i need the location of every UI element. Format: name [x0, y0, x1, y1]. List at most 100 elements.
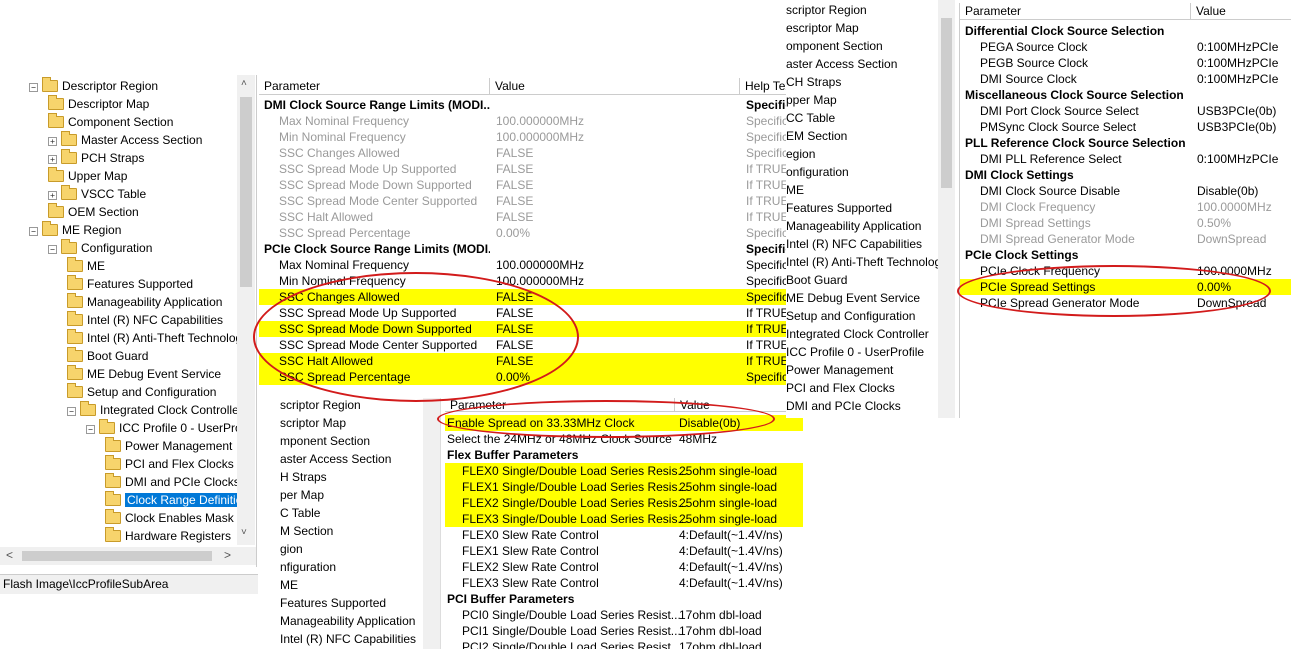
grid-row-pci0-single-double-load-series-resist[interactable]: PCI0 Single/Double Load Series Resist...…	[445, 607, 803, 623]
collapse-icon[interactable]: −	[48, 245, 57, 254]
tree-item-manageability-application[interactable]: Manageability Application	[280, 612, 415, 630]
grid-row-dmi-port-clock-source-select[interactable]: DMI Port Clock Source Select USB3PCIe(0b)	[960, 103, 1291, 119]
grid-row-flex1-slew-rate-control[interactable]: FLEX1 Slew Rate Control 4:Default(~1.4V/n…	[445, 543, 803, 559]
grid-row-pci2-single-double-load-series-resist[interactable]: PCI2 Single/Double Load Series Resist...…	[445, 639, 803, 649]
tree-item-clock-range-definition[interactable]: Clock Range Definition	[105, 491, 240, 509]
tree-item-hardware-registers[interactable]: Hardware Registers	[105, 527, 231, 545]
scroll-up-icon[interactable]: ˄	[241, 78, 247, 89]
tree-item-pci-and-flex-clocks[interactable]: PCI and Flex Clocks	[105, 455, 234, 473]
grid-row-ssc-spread-percentage[interactable]: SSC Spread Percentage 0.00% Specific	[259, 225, 790, 241]
tree-item-per-map[interactable]: per Map	[280, 486, 324, 504]
tree-vertical-scrollbar[interactable]: ˄ ˅	[237, 75, 255, 545]
grid-row-ssc-spread-mode-up-supported[interactable]: SSC Spread Mode Up Supported FALSE If TRUE	[259, 161, 790, 177]
tree-item-onfiguration[interactable]: onfiguration	[786, 163, 849, 181]
tree-item-nfiguration[interactable]: nfiguration	[280, 558, 336, 576]
tree-item-me-region[interactable]: − ME Region	[29, 221, 121, 239]
tree-item-intel-r-anti-theft-technology[interactable]: Intel (R) Anti-Theft Technology	[786, 253, 938, 271]
tree-item-me-debug-event-service[interactable]: ME Debug Event Service	[786, 289, 920, 307]
tree-item-power-management[interactable]: Power Management	[105, 437, 232, 455]
grid-row-flex2-single-double-load-series-resis[interactable]: FLEX2 Single/Double Load Series Resis...…	[445, 495, 803, 511]
grid-row-flex0-slew-rate-control[interactable]: FLEX0 Slew Rate Control 4:Default(~1.4V/n…	[445, 527, 803, 543]
grid-row-dmi-clock-frequency[interactable]: DMI Clock Frequency 100.0000MHz	[960, 199, 1291, 215]
grid-row-flex1-single-double-load-series-resis[interactable]: FLEX1 Single/Double Load Series Resis...…	[445, 479, 803, 495]
expand-icon[interactable]: +	[48, 191, 57, 200]
tree-item-escriptor-map[interactable]: escriptor Map	[786, 19, 859, 37]
tree-item-ch-straps[interactable]: CH Straps	[786, 73, 841, 91]
tree-item-icc-profile-0-userprofile[interactable]: ICC Profile 0 - UserProfile	[786, 343, 924, 361]
grid-row-pll-reference-clock-source-selection[interactable]: PLL Reference Clock Source Selection	[960, 135, 1291, 151]
collapse-icon[interactable]: −	[86, 425, 95, 434]
grid-row-pegb-source-clock[interactable]: PEGB Source Clock 0:100MHzPCIe	[960, 55, 1291, 71]
tree-item-integrated-clock-controller[interactable]: − Integrated Clock Controller	[67, 401, 240, 419]
tree-item-descriptor-region[interactable]: − Descriptor Region	[29, 77, 158, 95]
scroll-right-icon[interactable]: >	[224, 548, 231, 562]
tree-item-intel-r-anti-theft-technology[interactable]: Intel (R) Anti-Theft Technology	[67, 329, 240, 347]
tree-horizontal-scrollbar[interactable]: < >	[0, 547, 256, 565]
tree-item-dmi-and-pcie-clocks[interactable]: DMI and PCIe Clocks	[105, 473, 240, 491]
grid-row-min-nominal-frequency[interactable]: Min Nominal Frequency 100.000000MHz Specif…	[259, 129, 790, 145]
tree-item-power-management[interactable]: Power Management	[786, 361, 893, 379]
grid-row-ssc-halt-allowed[interactable]: SSC Halt Allowed FALSE If TRUE	[259, 209, 790, 225]
grid-row-dmi-clock-source-range-limits-modi[interactable]: DMI Clock Source Range Limits (MODI... Sp…	[259, 97, 790, 113]
tree-item-h-straps[interactable]: H Straps	[280, 468, 327, 486]
grid-row-ssc-spread-mode-center-supported[interactable]: SSC Spread Mode Center Supported FALSE If …	[259, 193, 790, 209]
scroll-thumb[interactable]	[240, 97, 252, 287]
tree-item-egion[interactable]: egion	[786, 145, 815, 163]
tree-item-vscc-table[interactable]: + VSCC Table	[48, 185, 146, 203]
expand-icon[interactable]: +	[48, 155, 57, 164]
tree-item-clock-enables-mask[interactable]: Clock Enables Mask	[105, 509, 234, 527]
tree-item-gion[interactable]: gion	[280, 540, 303, 558]
tree-item-icc-profile-0-userprofile[interactable]: − ICC Profile 0 - UserProfile	[86, 419, 240, 437]
tree-item-m-section[interactable]: M Section	[280, 522, 333, 540]
tree-item-dmi-and-pcie-clocks[interactable]: DMI and PCIe Clocks	[786, 397, 901, 415]
collapse-icon[interactable]: −	[29, 83, 38, 92]
tree-item-setup-and-configuration[interactable]: Setup and Configuration	[786, 307, 915, 325]
tree-item-aster-access-section[interactable]: aster Access Section	[280, 450, 391, 468]
grid-row-max-nominal-frequency[interactable]: Max Nominal Frequency 100.000000MHz Specif…	[259, 257, 790, 273]
grid-row-max-nominal-frequency[interactable]: Max Nominal Frequency 100.000000MHz Specif…	[259, 113, 790, 129]
grid-row-pci1-single-double-load-series-resist[interactable]: PCI1 Single/Double Load Series Resist...…	[445, 623, 803, 639]
grid-row-flex-buffer-parameters[interactable]: Flex Buffer Parameters	[445, 447, 803, 463]
scroll-down-icon[interactable]: ˅	[241, 527, 247, 538]
tree-item-em-section[interactable]: EM Section	[786, 127, 847, 145]
grid-row-pci-buffer-parameters[interactable]: PCI Buffer Parameters	[445, 591, 803, 607]
tree-item-boot-guard[interactable]: Boot Guard	[786, 271, 847, 289]
grid-row-ssc-spread-mode-down-supported[interactable]: SSC Spread Mode Down Supported FALSE If TR…	[259, 177, 790, 193]
tree-item-features-supported[interactable]: Features Supported	[786, 199, 892, 217]
tree-item-oem-section[interactable]: OEM Section	[48, 203, 139, 221]
grid-row-dmi-pll-reference-select[interactable]: DMI PLL Reference Select 0:100MHzPCIe	[960, 151, 1291, 167]
tree-item-pci-and-flex-clocks[interactable]: PCI and Flex Clocks	[786, 379, 895, 397]
tree-item-cc-table[interactable]: CC Table	[786, 109, 835, 127]
tree-item-manageability-application[interactable]: Manageability Application	[786, 217, 921, 235]
tree-item-omponent-section[interactable]: omponent Section	[786, 37, 883, 55]
grid-row-miscellaneous-clock-source-selection[interactable]: Miscellaneous Clock Source Selection	[960, 87, 1291, 103]
collapse-icon[interactable]: −	[67, 407, 76, 416]
column-header-value[interactable]: Value	[490, 78, 740, 94]
tree-item-me[interactable]: ME	[280, 576, 298, 594]
tree-item-features-supported[interactable]: Features Supported	[67, 275, 193, 293]
tree-item-component-section[interactable]: Component Section	[48, 113, 173, 131]
grid-row-differential-clock-source-selection[interactable]: Differential Clock Source Selection	[960, 23, 1291, 39]
tree-item-intel-r-nfc-capabilities[interactable]: Intel (R) NFC Capabilities	[280, 630, 416, 648]
tree-item-scriptor-map[interactable]: scriptor Map	[280, 414, 346, 432]
tree-item-manageability-application[interactable]: Manageability Application	[67, 293, 222, 311]
tree-item-pper-map[interactable]: pper Map	[786, 91, 837, 109]
column-header-parameter[interactable]: Parameter	[259, 78, 490, 94]
grid-row-ssc-changes-allowed[interactable]: SSC Changes Allowed FALSE Specific	[259, 145, 790, 161]
tree-item-setup-and-configuration[interactable]: Setup and Configuration	[67, 383, 216, 401]
scrollbar[interactable]	[938, 0, 955, 418]
tree-item-me[interactable]: ME	[67, 257, 105, 275]
grid-row-pcie-clock-source-range-limits-modi[interactable]: PCIe Clock Source Range Limits (MODI... S…	[259, 241, 790, 257]
grid-row-pmsync-clock-source-select[interactable]: PMSync Clock Source Select USB3PCIe(0b)	[960, 119, 1291, 135]
tree-item-mponent-section[interactable]: mponent Section	[280, 432, 370, 450]
grid-row-dmi-clock-source-disable[interactable]: DMI Clock Source Disable Disable(0b)	[960, 183, 1291, 199]
grid-row-dmi-spread-generator-mode[interactable]: DMI Spread Generator Mode DownSpread	[960, 231, 1291, 247]
tree-item-upper-map[interactable]: Upper Map	[48, 167, 127, 185]
tree-item-aster-access-section[interactable]: aster Access Section	[786, 55, 897, 73]
scroll-thumb[interactable]	[941, 18, 952, 188]
expand-icon[interactable]: +	[48, 137, 57, 146]
grid-row-flex2-slew-rate-control[interactable]: FLEX2 Slew Rate Control 4:Default(~1.4V/n…	[445, 559, 803, 575]
tree-item-configuration[interactable]: − Configuration	[48, 239, 152, 257]
grid-row-flex3-slew-rate-control[interactable]: FLEX3 Slew Rate Control 4:Default(~1.4V/n…	[445, 575, 803, 591]
tree-item-me-debug-event-service[interactable]: ME Debug Event Service	[67, 365, 221, 383]
